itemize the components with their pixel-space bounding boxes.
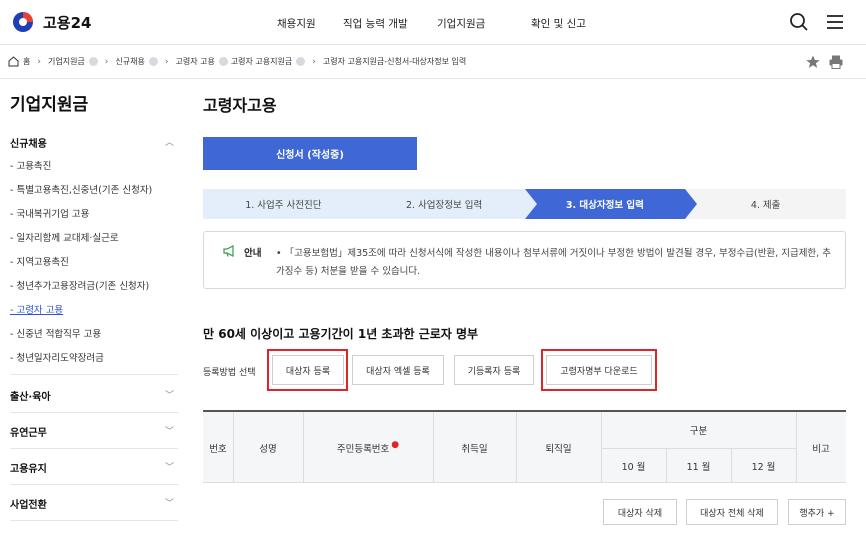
column-header-month-10: 10 월: [621, 461, 646, 473]
dropdown-dot-icon[interactable]: [218, 57, 228, 66]
highlight-box: [541, 349, 657, 391]
sidebar-item-promotion[interactable]: - 고용촉진: [10, 158, 51, 172]
sidebar-section-new-hire[interactable]: 신규채용 ︿: [10, 135, 178, 150]
chevron-right-icon: ›: [164, 56, 169, 67]
breadcrumb-current: 고령자 고용지원금-신청서-대상자정보 입력: [322, 57, 467, 66]
sidebar-item-middle-age[interactable]: - 신중년 적합직무 고용: [10, 326, 101, 340]
step-arrow: [363, 189, 376, 219]
divider: [10, 484, 178, 485]
sidebar-item-youth-leap[interactable]: - 청년일자리도약장려금: [10, 350, 104, 364]
sidebar-item-special-promotion[interactable]: - 특별고용촉진,신중년(기존 신청자): [10, 182, 152, 196]
column-header-lost: 퇴직일: [545, 443, 572, 455]
logo-text: 고용24: [43, 13, 92, 32]
highlight-box: [267, 349, 348, 391]
divider: [516, 412, 517, 483]
divider: [10, 412, 178, 413]
required-mark: ●: [391, 439, 400, 450]
column-header-name: 성명: [259, 443, 277, 455]
breadcrumb-item-senior-subsidy[interactable]: 고령자 고용지원금: [231, 56, 306, 67]
sidebar-section-flex-work[interactable]: 유연근무 ﹀: [10, 424, 178, 439]
sidebar-section-childcare[interactable]: 출산·육아 ﹀: [10, 388, 178, 403]
step-2: 2. 사업장정보 입력: [363, 189, 537, 219]
breadcrumb-bar: 홈 › 기업지원금 › 신규채용 › 고령자 고용 고령자 고용지원금 › 고령…: [0, 45, 866, 79]
sidebar-item-reshoring[interactable]: - 국내복귀기업 고용: [10, 206, 89, 220]
column-header-note: 비고: [812, 443, 830, 455]
sidebar-item-youth-extra[interactable]: - 청년추가고용장려금(기존 신청자): [10, 278, 149, 292]
notice-label: 안내: [244, 248, 262, 259]
dropdown-dot-icon[interactable]: [296, 57, 306, 66]
step-4: 4. 제출: [685, 189, 846, 219]
excel-register-button[interactable]: 대상자 엑셀 등록: [352, 355, 444, 385]
breadcrumb-item-subsidy[interactable]: 기업지원금: [48, 56, 98, 67]
logo-icon: [13, 12, 33, 32]
delete-target-button[interactable]: 대상자 삭제: [603, 499, 677, 525]
chevron-down-icon[interactable]: ﹀: [165, 424, 174, 437]
dropdown-dot-icon[interactable]: [88, 57, 98, 66]
divider: [10, 374, 178, 375]
breadcrumb-home[interactable]: 홈: [23, 56, 30, 67]
breadcrumb-item-senior[interactable]: 고령자 고용: [175, 56, 228, 67]
page-title: 고령자고용: [203, 96, 277, 115]
sidebar-section-transition[interactable]: 사업전환 ﹀: [10, 496, 178, 511]
existing-register-button[interactable]: 기등록자 등록: [454, 355, 534, 385]
divider: [10, 520, 178, 521]
divider: [303, 412, 304, 483]
divider: [666, 448, 667, 483]
step-1: 1. 사업주 사전진단: [203, 189, 376, 219]
delete-all-targets-button[interactable]: 대상자 전체 삭제: [686, 499, 778, 525]
sidebar-section-retention[interactable]: 고용유지 ﹀: [10, 460, 178, 475]
sidebar-item-regional[interactable]: - 지역고용촉진: [10, 254, 69, 268]
top-header: 고용24 채용지원 직업 능력 개발 기업지원금 확인 및 신고: [0, 0, 866, 45]
registration-method-label: 등록방법 선택: [203, 368, 256, 378]
chevron-right-icon: ›: [312, 56, 316, 67]
divider: [731, 448, 732, 483]
print-icon[interactable]: [828, 54, 844, 70]
application-status-button[interactable]: 신청서 (작성중): [203, 137, 417, 170]
sidebar-item-shift-work[interactable]: - 일자리함께 교대제·실근로: [10, 230, 119, 244]
column-header-rrn: 주민등록번호 ●: [336, 439, 400, 455]
notice-box: 안내 • 「고용보험법」제35조에 따라 신청서식에 작성한 내용이나 첨부서류…: [203, 231, 846, 289]
megaphone-icon: [223, 245, 234, 257]
dropdown-dot-icon[interactable]: [148, 57, 158, 66]
sidebar-item-senior[interactable]: - 고령자 고용: [10, 302, 63, 316]
column-header-month-12: 12 월: [751, 461, 776, 473]
column-header-category: 구분: [689, 426, 708, 437]
notice-text: • 「고용보험법」제35조에 따라 신청서식에 작성한 내용이나 첨부서류에 거…: [276, 248, 831, 277]
home-icon[interactable]: [8, 56, 19, 67]
step-indicator: 1. 사업주 사전진단 2. 사업장정보 입력 3. 대상자정보 입력 4. 제…: [203, 189, 846, 219]
column-header-no: 번호: [209, 443, 227, 455]
nav-item-recruit[interactable]: 채용지원: [277, 16, 316, 31]
nav-item-report[interactable]: 확인 및 신고: [531, 16, 586, 31]
step-arrow: [524, 189, 537, 219]
column-header-acquired: 취득일: [461, 443, 488, 455]
divider: [433, 412, 434, 483]
nav-item-training[interactable]: 직업 능력 개발: [343, 16, 408, 31]
divider: [233, 412, 234, 483]
chevron-down-icon[interactable]: ﹀: [165, 496, 174, 509]
chevron-right-icon: ›: [104, 56, 109, 67]
nav-item-subsidy[interactable]: 기업지원금: [437, 16, 485, 31]
chevron-up-icon[interactable]: ︿: [165, 135, 174, 148]
search-icon[interactable]: [788, 11, 810, 33]
breadcrumb: 홈 › 기업지원금 › 신규채용 › 고령자 고용 고령자 고용지원금 › 고령…: [8, 56, 466, 67]
breadcrumb-item-new-hire[interactable]: 신규채용: [115, 56, 158, 67]
column-header-month-11: 11 월: [686, 461, 711, 473]
chevron-right-icon: ›: [37, 56, 41, 67]
section-title: 만 60세 이상이고 고용기간이 1년 초과한 근로자 명부: [203, 327, 479, 341]
star-icon[interactable]: [805, 54, 821, 70]
add-row-button[interactable]: 행추가 +: [788, 499, 846, 525]
chevron-down-icon[interactable]: ﹀: [165, 460, 174, 473]
step-arrow: [685, 189, 698, 219]
logo[interactable]: 고용24: [12, 11, 91, 33]
divider: [796, 412, 797, 483]
table-header: 번호 성명 주민등록번호 ● 취득일 퇴직일 구분 10 월 11 월 12 월 …: [203, 412, 846, 483]
divider: [601, 448, 796, 449]
chevron-down-icon[interactable]: ﹀: [165, 388, 174, 401]
sidebar-title: 기업지원금: [10, 95, 89, 115]
menu-icon[interactable]: [824, 11, 846, 33]
step-3-current: 3. 대상자정보 입력: [524, 189, 698, 219]
divider: [10, 448, 178, 449]
